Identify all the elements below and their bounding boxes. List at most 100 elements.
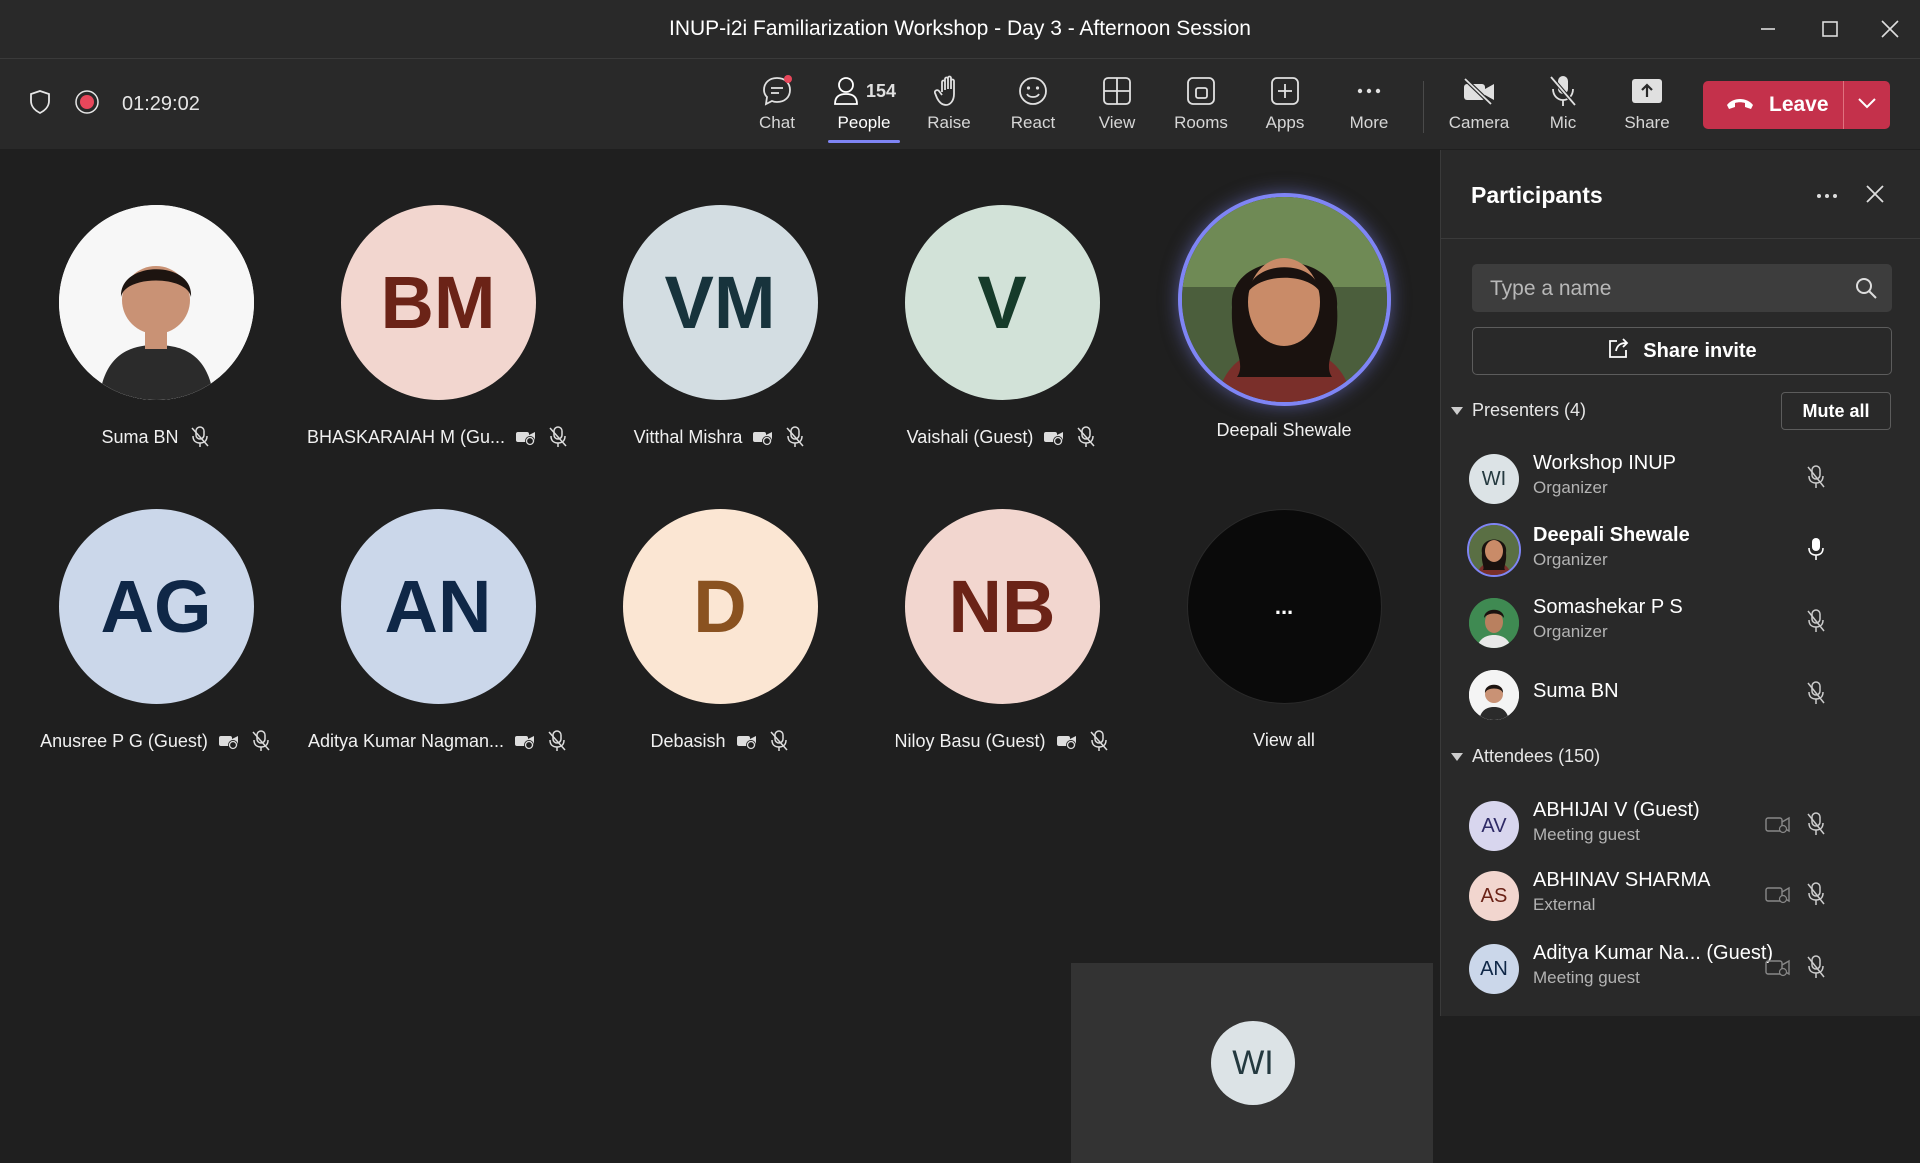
view-button[interactable]: View	[1079, 73, 1155, 139]
react-label: React	[1010, 113, 1056, 132]
tile-name: BHASKARAIAH M (Gu...	[306, 426, 506, 447]
attendees-header-label: Attendees (150)	[1472, 746, 1601, 766]
participant-tile[interactable]: NB Niloy Basu (Guest)	[861, 509, 1143, 752]
mic-button[interactable]: Mic	[1525, 73, 1601, 139]
participant-row[interactable]: Suma BN	[1469, 664, 1899, 724]
leave-options-button[interactable]	[1842, 81, 1890, 129]
participant-row[interactable]: AN Aditya Kumar Na... (Guest) Meeting gu…	[1469, 938, 1899, 998]
rooms-button[interactable]: Rooms	[1163, 73, 1239, 139]
search-input[interactable]	[1472, 264, 1852, 314]
mic-off-icon[interactable]	[1803, 954, 1829, 980]
participant-row[interactable]: AS ABHINAV SHARMA External	[1469, 865, 1899, 925]
avatar: AG	[58, 509, 254, 704]
tile-name-row: Vitthal Mishra	[634, 426, 807, 448]
close-window-icon[interactable]	[1870, 10, 1910, 48]
participant-tile[interactable]: Suma BN	[15, 205, 297, 448]
maximize-icon[interactable]	[1810, 10, 1850, 48]
panel-close-button[interactable]	[1855, 176, 1895, 216]
camera-label: Camera	[1448, 113, 1510, 132]
plus-box-icon	[1270, 73, 1300, 109]
mute-all-button[interactable]: Mute all	[1781, 392, 1891, 430]
leave-main[interactable]: Leave	[1703, 93, 1843, 117]
mic-off-icon[interactable]	[1803, 881, 1829, 907]
chat-button[interactable]: Chat	[739, 73, 815, 139]
caret-down-icon	[1451, 746, 1463, 767]
camera-button[interactable]: Camera	[1441, 73, 1517, 139]
presenters-header[interactable]: Presenters (4)	[1451, 400, 1586, 421]
mic-on-icon[interactable]	[1803, 536, 1829, 562]
share-invite-button[interactable]: Share invite	[1472, 327, 1892, 375]
mic-off-icon	[189, 426, 211, 448]
chevron-down-icon	[1857, 96, 1877, 114]
mic-off-icon[interactable]	[1803, 680, 1829, 706]
minimize-icon[interactable]	[1748, 10, 1788, 48]
participant-tile[interactable]: BM BHASKARAIAH M (Gu...	[297, 205, 579, 448]
people-icon: 154	[832, 73, 896, 109]
avatar: VM	[622, 205, 818, 400]
leave-label: Leave	[1769, 93, 1829, 116]
rooms-icon	[1186, 73, 1216, 109]
tile-name: Vaishali (Guest)	[906, 426, 1034, 447]
panel-more-button[interactable]	[1807, 176, 1847, 216]
attendees-header[interactable]: Attendees (150)	[1451, 746, 1600, 767]
view-all-tile[interactable]: ... View all	[1143, 509, 1425, 751]
participant-role: Organizer	[1533, 550, 1608, 569]
mic-off-icon	[547, 426, 569, 448]
participant-tile[interactable]: D Debasish	[579, 509, 861, 752]
people-button[interactable]: 154 People	[825, 73, 903, 143]
participant-row[interactable]: AV ABHIJAI V (Guest) Meeting guest	[1469, 795, 1899, 855]
participant-tile-speaking[interactable]: Deepali Shewale	[1143, 193, 1425, 441]
camera-off-icon	[1765, 881, 1791, 907]
more-icon	[1815, 187, 1839, 205]
smiley-icon	[1017, 73, 1049, 109]
mic-off-icon	[768, 730, 790, 752]
tile-name-row: Vaishali (Guest)	[907, 426, 1098, 448]
apps-label: Apps	[1265, 113, 1305, 132]
participant-role: External	[1533, 895, 1596, 914]
mic-off-icon	[546, 730, 568, 752]
participant-row[interactable]: Somashekar P S Organizer	[1469, 592, 1899, 652]
avatar: AV	[1469, 801, 1519, 851]
tile-name-row: View all	[1253, 730, 1315, 751]
share-button[interactable]: Share	[1609, 73, 1685, 139]
avatar	[1177, 193, 1391, 406]
search-icon[interactable]	[1854, 276, 1878, 305]
more-button[interactable]: More	[1331, 73, 1407, 139]
avatar	[1469, 670, 1519, 720]
share-label: Share	[1624, 113, 1670, 132]
camera-off-badge-icon	[1043, 426, 1065, 448]
raise-hand-icon	[934, 73, 964, 109]
shield-icon[interactable]	[28, 89, 52, 120]
more-label: More	[1349, 113, 1389, 132]
avatar: AN	[1469, 944, 1519, 994]
self-view[interactable]: WI	[1071, 963, 1433, 1163]
participant-tile[interactable]: AG Anusree P G (Guest)	[15, 509, 297, 752]
toolbar-divider	[1423, 81, 1424, 133]
apps-button[interactable]: Apps	[1247, 73, 1323, 139]
participant-row[interactable]: WI Workshop INUP Organizer	[1469, 448, 1899, 508]
meeting-toolbar: 01:29:02 Chat 154 People Raise React Vie…	[0, 59, 1920, 149]
panel-title: Participants	[1471, 182, 1603, 208]
mic-off-icon[interactable]	[1803, 464, 1829, 490]
avatar	[58, 205, 254, 400]
participant-tile[interactable]: VM Vitthal Mishra	[579, 205, 861, 448]
participant-name: Deepali Shewale	[1533, 524, 1690, 546]
tile-name-row: BHASKARAIAH M (Gu...	[307, 426, 569, 448]
participant-row[interactable]: Deepali Shewale Organizer	[1467, 520, 1899, 580]
avatar: D	[622, 509, 818, 704]
camera-off-badge-icon	[1056, 730, 1078, 752]
participant-name: Aditya Kumar Na... (Guest)	[1533, 942, 1774, 964]
leave-button[interactable]: Leave	[1703, 81, 1890, 129]
participant-tile[interactable]: AN Aditya Kumar Nagman...	[297, 509, 579, 752]
participant-role: Meeting guest	[1533, 825, 1640, 844]
mic-off-icon[interactable]	[1803, 608, 1829, 634]
title-bar: INUP-i2i Familiarization Workshop - Day …	[0, 0, 1920, 59]
participant-tile[interactable]: V Vaishali (Guest)	[861, 205, 1143, 448]
camera-off-badge-icon	[218, 730, 240, 752]
avatar: AS	[1469, 871, 1519, 921]
raise-hand-button[interactable]: Raise	[911, 73, 987, 139]
recording-icon[interactable]	[74, 89, 100, 120]
mic-off-icon[interactable]	[1803, 811, 1829, 837]
share-icon	[1607, 337, 1631, 365]
react-button[interactable]: React	[995, 73, 1071, 139]
